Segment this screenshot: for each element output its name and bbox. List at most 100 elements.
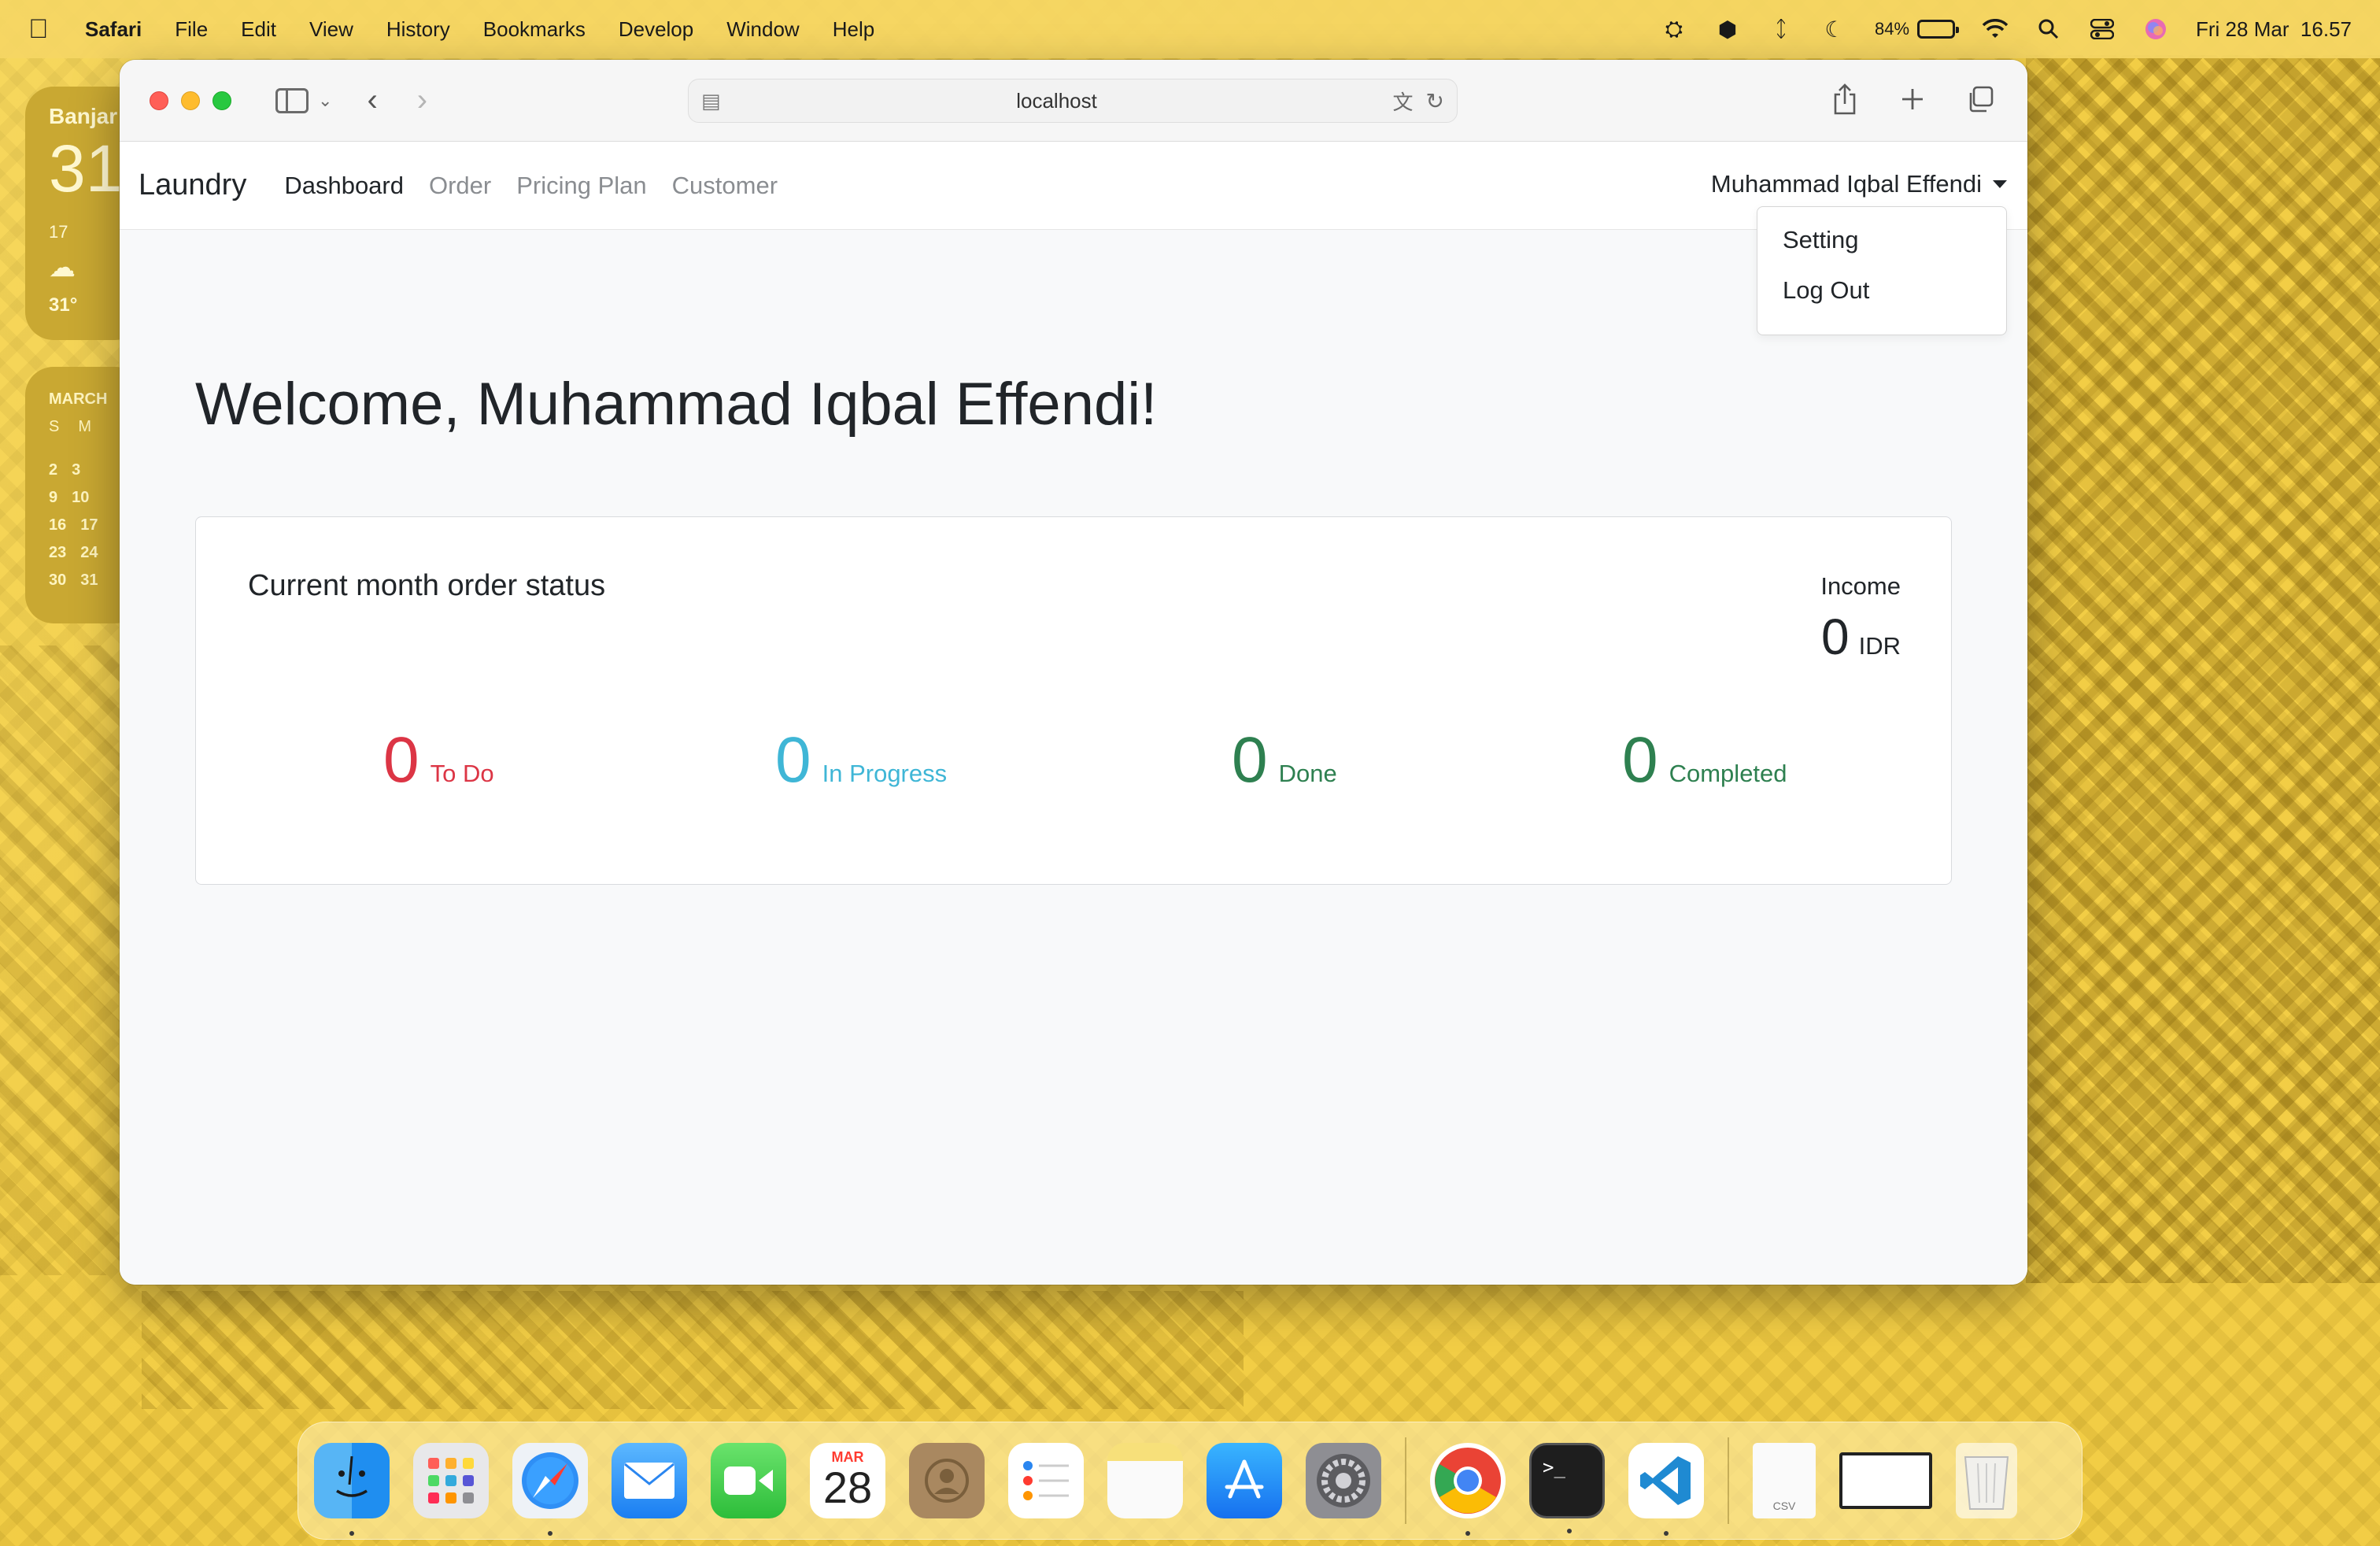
notes-icon[interactable]: [1107, 1443, 1183, 1518]
dropdown-setting[interactable]: Setting: [1757, 215, 2006, 265]
battery-status[interactable]: 84%: [1874, 19, 1960, 39]
launchpad-icon[interactable]: [413, 1443, 489, 1518]
calendar-dow-day: M: [78, 418, 92, 435]
tab-overview-icon[interactable]: [1964, 82, 1996, 117]
nav-pricing-plan[interactable]: Pricing Plan: [516, 172, 646, 200]
income-currency: IDR: [1858, 632, 1901, 660]
battery-percent: 84%: [1874, 19, 1910, 39]
stat-label: Done: [1278, 760, 1337, 787]
stat-value: 0: [775, 724, 811, 796]
minimize-window-button[interactable]: [181, 91, 200, 110]
vscode-icon[interactable]: [1628, 1443, 1704, 1536]
welcome-heading: Welcome, Muhammad Iqbal Effendi!: [195, 371, 1158, 438]
reload-icon[interactable]: ↻: [1426, 88, 1444, 114]
csv-file-icon[interactable]: CSV: [1753, 1443, 1816, 1518]
user-dropdown-menu: Setting Log Out: [1757, 206, 2007, 335]
window-thumbnail-icon[interactable]: [1839, 1452, 1932, 1509]
wifi-icon[interactable]: [1982, 17, 2009, 41]
running-indicator: [548, 1531, 552, 1536]
dock-calendar-day: 28: [822, 1462, 873, 1512]
weather-low: 17: [49, 222, 68, 242]
facetime-icon[interactable]: [711, 1443, 786, 1518]
dock-separator: [1728, 1437, 1729, 1524]
bluetooth-icon[interactable]: ᛨ: [1768, 17, 1794, 41]
dock-separator: [1405, 1437, 1406, 1524]
dock: MAR 28 >_ CSV: [298, 1422, 2082, 1540]
menu-window[interactable]: Window: [726, 17, 799, 42]
package-icon[interactable]: ⬢: [1714, 17, 1741, 42]
running-indicator: [349, 1531, 354, 1536]
income-block: Income 0 IDR: [1820, 572, 1901, 662]
web-page: Laundry Dashboard Order Pricing Plan Cus…: [120, 142, 2027, 1285]
nav-customer[interactable]: Customer: [672, 172, 778, 200]
new-tab-icon[interactable]: [1897, 82, 1928, 117]
zoom-window-button[interactable]: [213, 91, 231, 110]
system-settings-icon[interactable]: [1306, 1443, 1381, 1518]
running-indicator: [1465, 1531, 1470, 1536]
reminders-icon[interactable]: [1008, 1443, 1084, 1518]
contacts-icon[interactable]: [909, 1443, 985, 1518]
browser-toolbar: ⌄ ‹ › ▤ localhost 文 ↻: [120, 60, 2027, 142]
trash-icon[interactable]: [1956, 1443, 2017, 1518]
menu-edit[interactable]: Edit: [241, 17, 276, 42]
navbar-brand[interactable]: Laundry: [139, 168, 246, 202]
sidebar-toggle-icon[interactable]: [275, 87, 309, 113]
csv-label: CSV: [1772, 1500, 1796, 1512]
back-button-icon[interactable]: ‹: [367, 83, 377, 118]
battery-icon: [1917, 20, 1960, 39]
menubar-datetime[interactable]: Fri 28 Mar 16.57: [2196, 17, 2352, 42]
terminal-icon[interactable]: >_: [1529, 1443, 1605, 1533]
stat-completed: 0 Completed: [1622, 728, 1787, 793]
stat-label: To Do: [430, 760, 494, 787]
control-center-icon[interactable]: [2089, 17, 2116, 41]
wallpaper-pattern-left: [0, 645, 134, 1275]
calendar-date: 3: [72, 461, 81, 479]
menu-history[interactable]: History: [386, 17, 450, 42]
menu-bookmarks[interactable]: Bookmarks: [483, 17, 586, 42]
share-icon[interactable]: [1829, 82, 1861, 117]
menu-develop[interactable]: Develop: [619, 17, 693, 42]
search-icon[interactable]: [2035, 17, 2062, 41]
calendar-date: 9: [49, 489, 58, 506]
stat-value: 0: [1232, 724, 1268, 796]
close-window-button[interactable]: [150, 91, 168, 110]
page-settings-icon[interactable]: ▤: [701, 89, 721, 113]
address-bar-url[interactable]: localhost: [721, 89, 1393, 113]
stat-value: 0: [1622, 724, 1658, 796]
cloud-icon: ☁: [49, 253, 76, 283]
menu-help[interactable]: Help: [833, 17, 874, 42]
forward-button-icon[interactable]: ›: [417, 83, 427, 118]
app-store-icon[interactable]: [1207, 1443, 1282, 1518]
address-bar[interactable]: ▤ localhost 文 ↻: [688, 79, 1458, 123]
apple-menu-icon[interactable]: : [28, 14, 60, 45]
user-menu-toggle[interactable]: Muhammad Iqbal Effendi: [1711, 170, 2007, 198]
menubar-status-area: ⛭ ⬢ ᛨ ☾ 84% Fri 28 Mar 16.57: [1661, 17, 2352, 42]
toolbar-right-actions: [1829, 82, 1996, 117]
dropdown-log-out[interactable]: Log Out: [1757, 265, 2006, 316]
weather-temperature: 31: [49, 131, 123, 205]
calendar-icon[interactable]: MAR 28: [810, 1443, 885, 1518]
stat-to-do: 0 To Do: [383, 728, 494, 793]
calendar-week: 16 17: [49, 516, 120, 534]
docker-icon[interactable]: ⛭: [1661, 17, 1687, 41]
weather-current: 31°: [49, 294, 78, 316]
calendar-date: 10: [72, 489, 90, 506]
nav-dashboard[interactable]: Dashboard: [284, 172, 404, 200]
siri-icon[interactable]: [2142, 17, 2169, 41]
nav-order[interactable]: Order: [429, 172, 491, 200]
card-title: Current month order status: [248, 569, 606, 602]
finder-icon[interactable]: [314, 1443, 390, 1536]
moon-icon[interactable]: ☾: [1821, 17, 1848, 42]
chevron-down-icon[interactable]: ⌄: [318, 91, 332, 111]
menu-view[interactable]: View: [309, 17, 353, 42]
safari-icon[interactable]: [512, 1443, 588, 1536]
app-navbar: Laundry Dashboard Order Pricing Plan Cus…: [120, 142, 2027, 230]
stat-in-progress: 0 In Progress: [775, 728, 947, 793]
calendar-month: MARCH: [49, 390, 108, 408]
chrome-icon[interactable]: [1430, 1443, 1506, 1536]
caret-down-icon: [1993, 180, 2007, 188]
translate-icon[interactable]: 文: [1393, 87, 1414, 116]
menu-app-name[interactable]: Safari: [85, 17, 142, 42]
mail-icon[interactable]: [612, 1443, 687, 1518]
menu-file[interactable]: File: [175, 17, 208, 42]
